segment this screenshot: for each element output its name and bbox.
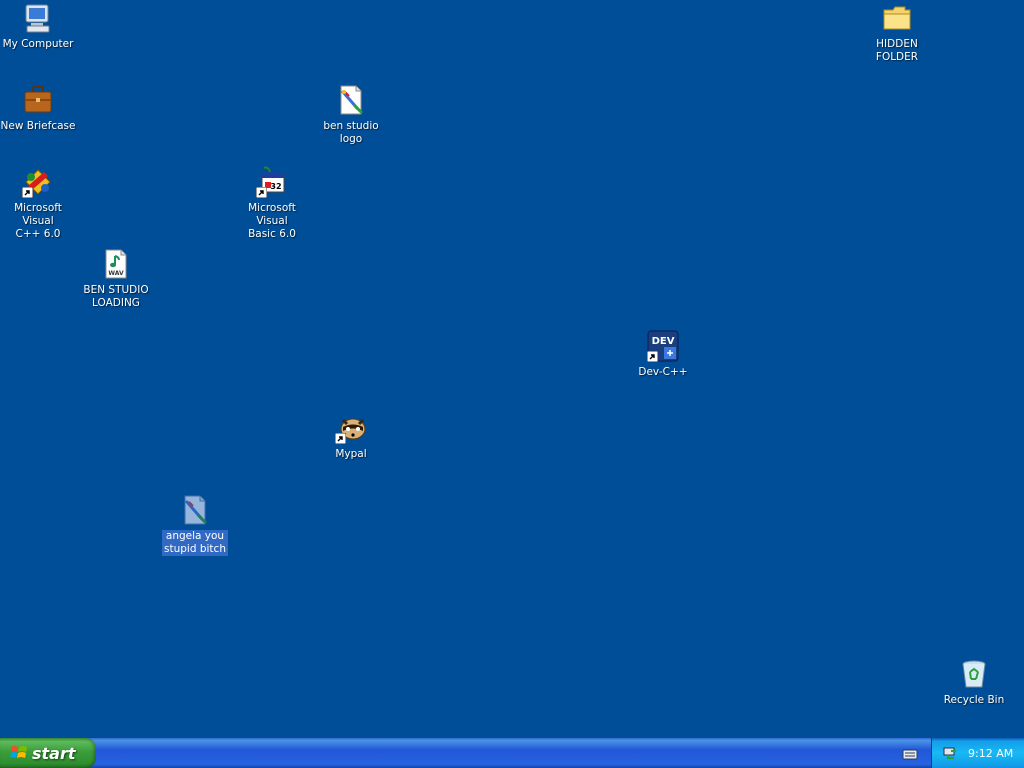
start-label: start (32, 743, 76, 763)
desktop-icon-label: Mypal (335, 448, 367, 460)
taskbar[interactable]: start 9:12 AM (0, 738, 1024, 768)
wav-file-icon: WAV (100, 248, 132, 280)
start-button[interactable]: start (0, 738, 96, 768)
windows-logo-icon (10, 744, 28, 762)
ben-studio-logo-desktop-icon[interactable]: ben studio logo (311, 84, 391, 146)
network-tray-icon[interactable] (942, 745, 958, 761)
desktop-icon-label: BEN STUDIO LOADING (83, 284, 149, 309)
shortcut-arrow-icon (335, 433, 346, 444)
system-tray: 9:12 AM (931, 738, 1024, 768)
svg-text:DEV: DEV (652, 336, 675, 347)
desktop-icon-label: Recycle Bin (943, 694, 1005, 706)
folder-icon (881, 2, 913, 34)
desktop-icon-label: ben studio logo (323, 120, 379, 145)
desktop-icon-label: angela you stupid bitch (162, 530, 228, 556)
paint-image-icon (179, 494, 211, 526)
visual-cpp-icon (22, 166, 54, 198)
desktop[interactable]: My Computer New Briefcase Microsoft Visu… (0, 0, 1024, 738)
svg-text:WAV: WAV (108, 270, 124, 277)
recycle-bin-icon (958, 658, 990, 690)
desktop-icon-label: Microsoft Visual C++ 6.0 (14, 202, 62, 240)
svg-text:32: 32 (270, 182, 281, 191)
visual-basic-icon: 32 (256, 166, 288, 198)
mypal-desktop-icon[interactable]: Mypal (311, 412, 391, 461)
hidden-folder-desktop-icon[interactable]: HIDDEN FOLDER (857, 2, 937, 64)
desktop-icon-label: Dev-C++ (638, 366, 688, 378)
dev-cpp-icon: DEV (647, 330, 679, 362)
shortcut-arrow-icon (22, 187, 33, 198)
paint-image-icon (335, 84, 367, 116)
mypal-raccoon-icon (335, 412, 367, 444)
visual-basic-desktop-icon[interactable]: 32 Microsoft Visual Basic 6.0 (232, 166, 312, 241)
desktop-icon-label: Microsoft Visual Basic 6.0 (248, 202, 296, 240)
visual-cpp-desktop-icon[interactable]: Microsoft Visual C++ 6.0 (0, 166, 78, 241)
desktop-icon-label: New Briefcase (0, 120, 76, 132)
briefcase-icon (22, 84, 54, 116)
desktop-icon-label: HIDDEN FOLDER (875, 38, 919, 63)
computer-icon (22, 2, 54, 34)
recycle-bin-desktop-icon[interactable]: Recycle Bin (934, 658, 1014, 707)
new-briefcase-desktop-icon[interactable]: New Briefcase (0, 84, 78, 133)
shortcut-arrow-icon (647, 351, 658, 362)
keyboard-icon[interactable] (902, 746, 918, 760)
clock[interactable]: 9:12 AM (968, 747, 1013, 760)
dev-cpp-desktop-icon[interactable]: DEV Dev-C++ (623, 330, 703, 379)
shortcut-arrow-icon (256, 187, 267, 198)
my-computer-desktop-icon[interactable]: My Computer (0, 2, 78, 51)
angela-image-desktop-icon[interactable]: angela you stupid bitch (155, 494, 235, 556)
desktop-icon-label: My Computer (2, 38, 74, 50)
ben-studio-loading-desktop-icon[interactable]: WAV BEN STUDIO LOADING (76, 248, 156, 310)
